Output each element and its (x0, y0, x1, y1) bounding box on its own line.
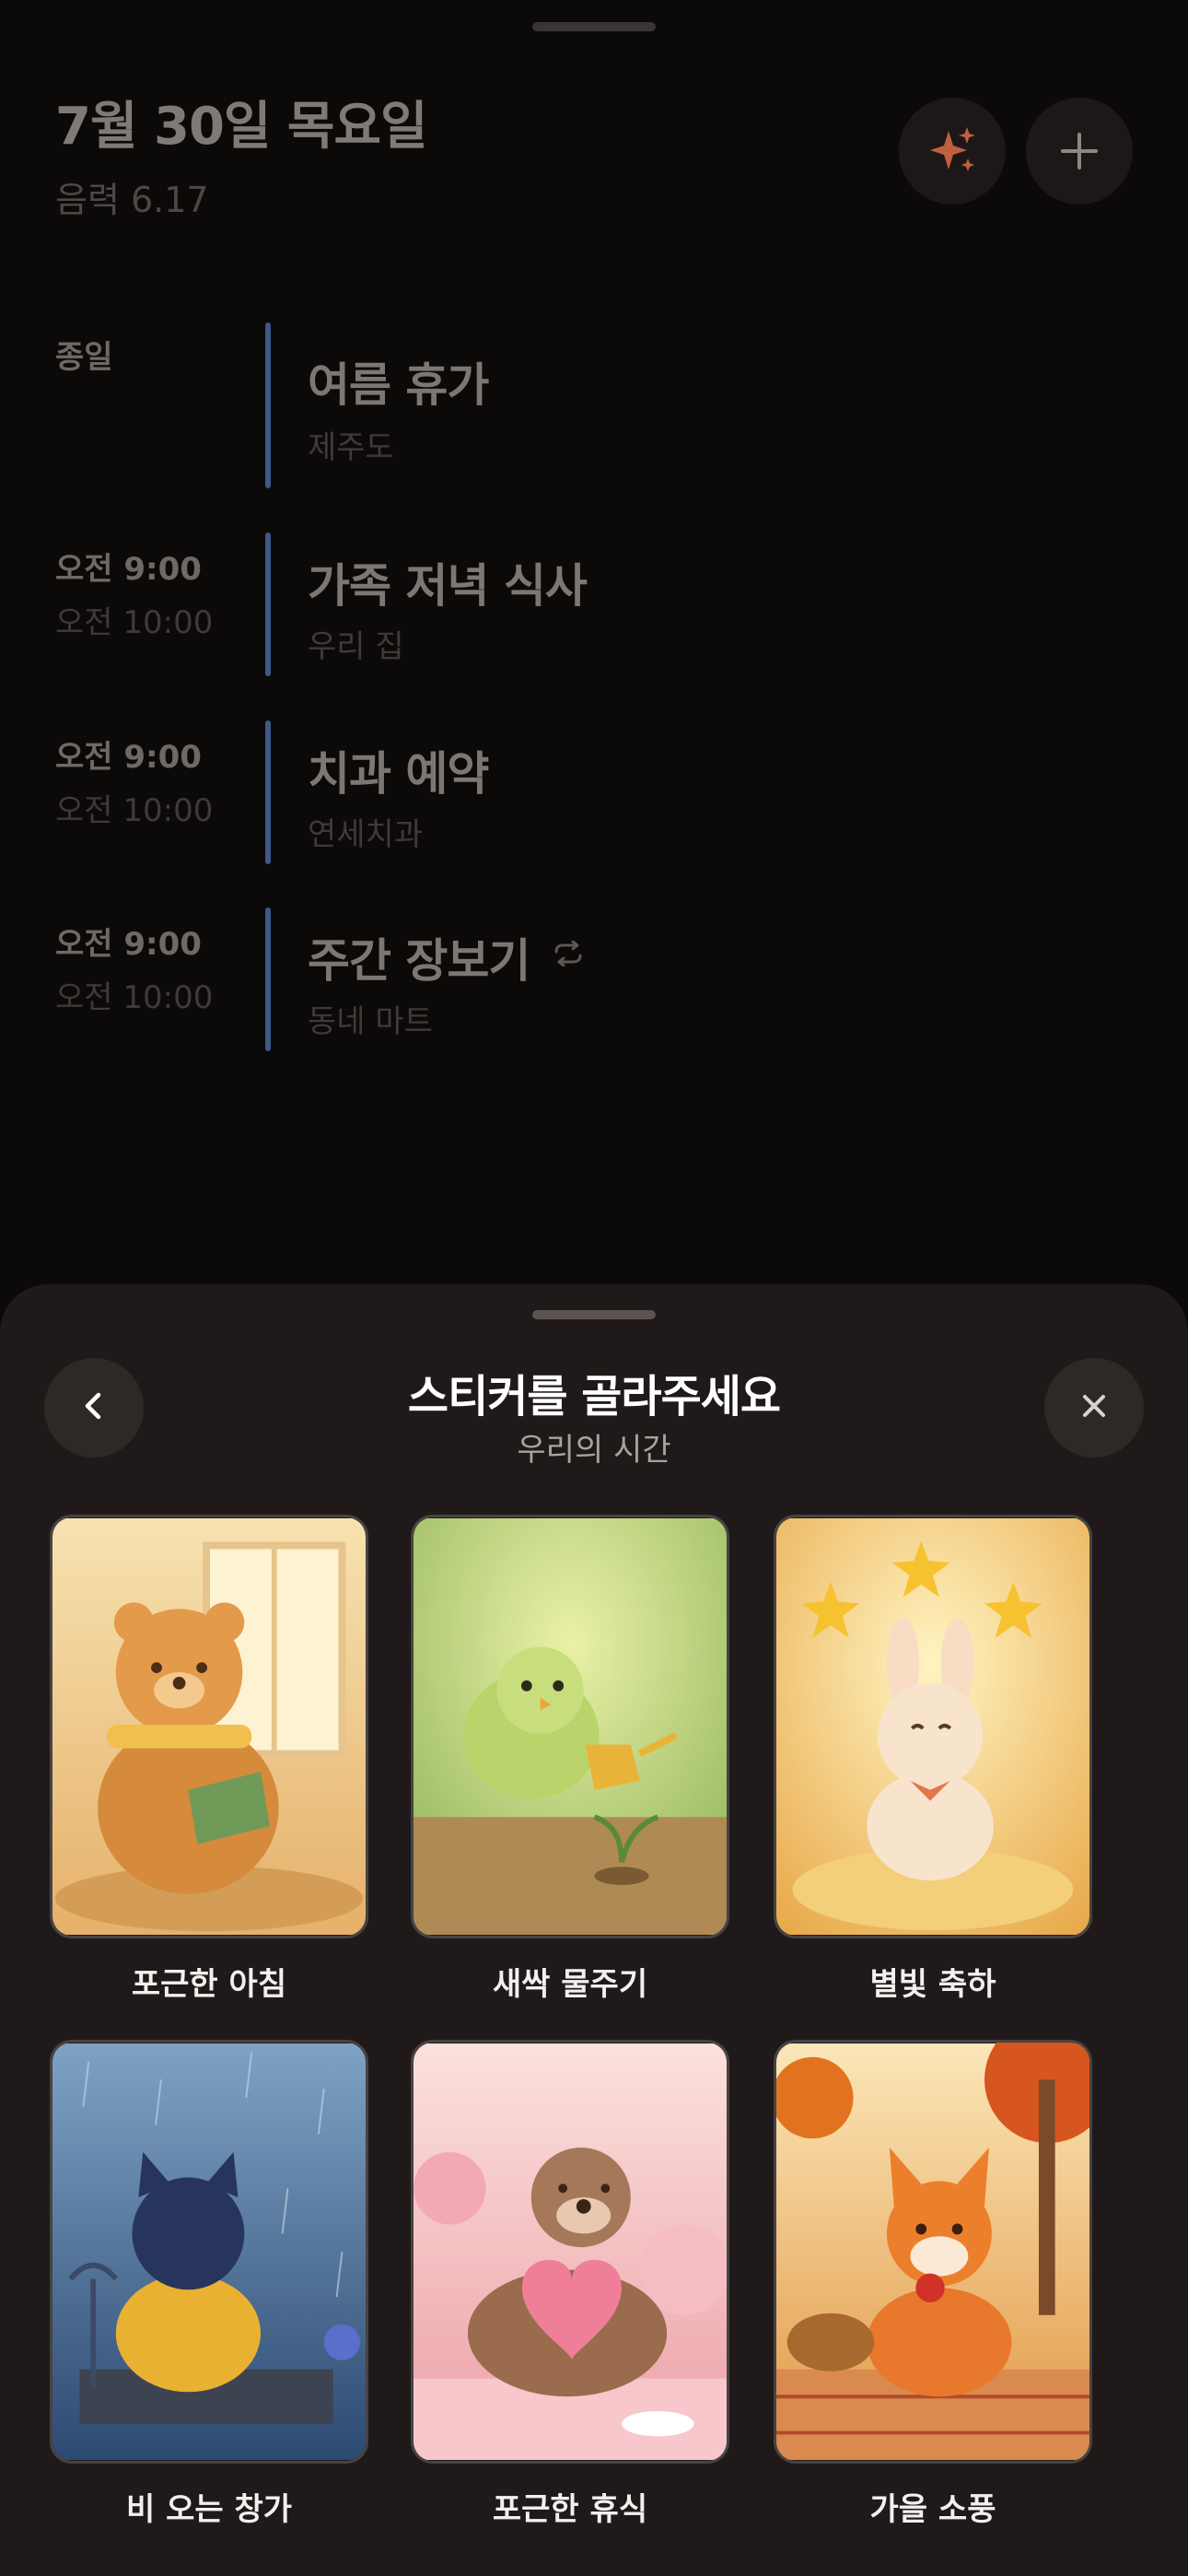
otter-rest-sticker (411, 2040, 729, 2464)
lunar-date: 음력 6.17 (55, 180, 209, 220)
bird-watering-sticker (411, 1515, 729, 1938)
event-time-start: 종일 (55, 339, 113, 376)
event-time-end: 오전 10:00 (55, 604, 214, 641)
bunny-stars-sticker (774, 1515, 1092, 1938)
event-color-bar (265, 907, 271, 1051)
bear-reading-sticker (50, 1515, 368, 1938)
event-color-bar (265, 533, 271, 676)
sticker-option[interactable]: 비 오는 창가 (50, 2040, 368, 2529)
event-time-end: 오전 10:00 (55, 979, 214, 1016)
sticker-option[interactable]: 별빛 축하 (774, 1515, 1092, 2004)
sheet-drag-handle[interactable] (532, 1310, 656, 1319)
close-icon (1076, 1388, 1112, 1428)
sticker-sheet: 스티커를 골라주세요 우리의 시간 포근한 아침 새싹 물주기 별빛 축하 비 … (0, 1284, 1188, 2576)
event-location: 제주도 (308, 429, 394, 466)
event-title: 가족 저녁 식사 (308, 559, 588, 613)
day-title: 7월 30일 목요일 (55, 97, 427, 157)
sticker-option[interactable]: 포근한 휴식 (411, 2040, 729, 2529)
event-color-bar (265, 720, 271, 864)
top-drag-handle[interactable] (532, 22, 656, 31)
event-color-bar (265, 322, 271, 488)
event-location: 우리 집 (308, 628, 404, 665)
event-location: 연세치과 (308, 816, 424, 853)
event-time-end: 오전 10:00 (55, 792, 214, 829)
sheet-title: 스티커를 골라주세요 (407, 1371, 781, 1423)
sticker-label: 포근한 휴식 (492, 2491, 648, 2528)
sticker-label: 가을 소풍 (869, 2491, 996, 2528)
event-title: 주간 장보기 (308, 934, 530, 988)
cat-rain-sticker (50, 2040, 368, 2464)
sticker-option[interactable]: 가을 소풍 (774, 2040, 1092, 2529)
event-title: 치과 예약 (308, 747, 489, 801)
sticker-label: 비 오는 창가 (125, 2491, 293, 2528)
sparkle-icon (925, 123, 980, 179)
sticker-label: 별빛 축하 (869, 1966, 996, 2003)
event-time-start: 오전 9:00 (55, 739, 202, 776)
sticker-label: 새싹 물주기 (492, 1966, 648, 2003)
sticker-label: 포근한 아침 (131, 1966, 287, 2003)
sticker-option[interactable]: 포근한 아침 (50, 1515, 368, 2004)
plus-icon (1057, 129, 1101, 173)
sheet-subtitle: 우리의 시간 (517, 1432, 671, 1469)
repeat-icon (553, 940, 584, 970)
event-time-start: 오전 9:00 (55, 926, 202, 963)
ai-sparkle-button[interactable] (899, 98, 1006, 205)
fox-picnic-sticker (774, 2040, 1092, 2464)
close-button[interactable] (1044, 1358, 1144, 1458)
sticker-option[interactable]: 새싹 물주기 (411, 1515, 729, 2004)
event-title: 여름 휴가 (308, 358, 489, 412)
event-location: 동네 마트 (308, 1003, 433, 1040)
event-time-start: 오전 9:00 (55, 551, 202, 588)
add-event-button[interactable] (1026, 98, 1133, 205)
